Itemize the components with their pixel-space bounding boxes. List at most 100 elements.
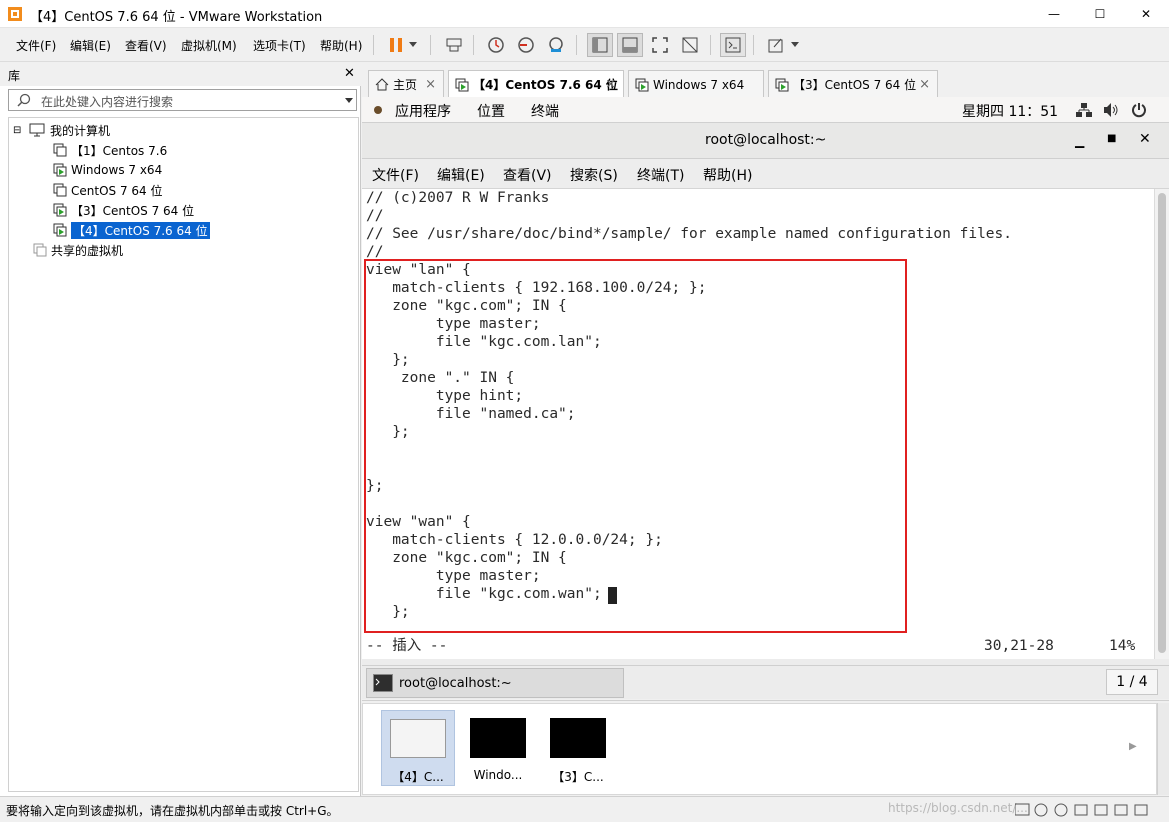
tree-vm-item[interactable]: 【1】Centos 7.6 bbox=[13, 140, 353, 160]
menu-file[interactable]: 文件(F) bbox=[16, 37, 56, 54]
terminal-title: root@localhost:~ bbox=[705, 132, 827, 148]
terminal-menu-search[interactable]: 搜索(S) bbox=[570, 165, 618, 185]
chevron-down-icon[interactable] bbox=[345, 98, 353, 103]
tab-home[interactable]: 主页 × bbox=[368, 70, 444, 98]
chevron-down-icon[interactable] bbox=[787, 33, 803, 57]
highlight-box bbox=[364, 259, 907, 633]
terminal-menu-terminal[interactable]: 终端(T) bbox=[637, 165, 684, 185]
close-button[interactable]: ✕ bbox=[1123, 0, 1169, 28]
collapse-toggle-icon[interactable]: ⊟ bbox=[13, 125, 25, 136]
library-search[interactable]: 在此处键入内容进行搜索 bbox=[8, 89, 357, 111]
revert-snapshot-icon[interactable] bbox=[513, 33, 539, 57]
device-icons[interactable] bbox=[1015, 802, 1155, 818]
vm-tabs-bar: 主页 × 【4】CentOS 7.6 64 位 × Windows 7 x64 【3… bbox=[362, 62, 1169, 98]
chevron-down-icon[interactable] bbox=[405, 33, 421, 57]
console-view-icon[interactable] bbox=[720, 33, 746, 57]
gnome-clock[interactable]: 星期四 11：51 bbox=[962, 101, 1058, 121]
show-library-icon[interactable] bbox=[587, 33, 613, 57]
close-library-button[interactable]: ✕ bbox=[344, 66, 355, 81]
library-title: 库 bbox=[8, 69, 21, 83]
tree-vm-item[interactable]: 【3】CentOS 7 64 位 bbox=[13, 200, 353, 220]
tree-shared-vms[interactable]: 共享的虚拟机 bbox=[13, 240, 353, 260]
close-tab-icon[interactable]: × bbox=[919, 77, 930, 92]
minimize-button[interactable]: — bbox=[1031, 0, 1077, 28]
close-tab-icon[interactable]: × bbox=[425, 77, 436, 92]
library-header: 库 ✕ bbox=[0, 62, 361, 86]
snapshot-manager-icon[interactable] bbox=[543, 33, 569, 57]
vm-icon bbox=[53, 183, 67, 197]
search-icon bbox=[17, 93, 31, 107]
vm-tree: ⊟ 我的计算机 【1】Centos 7.6 Windows 7 x64 Cent… bbox=[8, 117, 359, 792]
vm-icon bbox=[53, 143, 67, 157]
vm-running-icon bbox=[53, 203, 67, 217]
gnome-applications-menu[interactable]: 应用程序 bbox=[395, 101, 451, 121]
terminal-menu-view[interactable]: 查看(V) bbox=[503, 165, 552, 185]
window-title: 【4】CentOS 7.6 64 位 - VMware Workstation bbox=[30, 10, 323, 25]
thumbnail-bar-icon[interactable] bbox=[617, 33, 643, 57]
title-bar: 【4】CentOS 7.6 64 位 - VMware Workstation … bbox=[0, 0, 1169, 28]
gnome-foot-icon bbox=[372, 103, 384, 115]
gnome-top-bar: 应用程序 位置 终端 星期四 11：51 bbox=[362, 97, 1169, 123]
vim-cursor-position: 30,21-28 bbox=[984, 638, 1054, 654]
terminal-scrollbar[interactable] bbox=[1154, 189, 1169, 659]
taskbar-terminal-item[interactable]: root@localhost:~ bbox=[366, 668, 624, 698]
close-tab-icon[interactable]: × bbox=[605, 77, 616, 92]
snapshot-icon[interactable] bbox=[483, 33, 509, 57]
thumbnail-scrollbar[interactable] bbox=[1157, 703, 1169, 795]
workspace-indicator[interactable]: 1 / 4 bbox=[1106, 669, 1158, 695]
menu-tabs[interactable]: 选项卡(T) bbox=[253, 37, 306, 54]
fullscreen-icon[interactable] bbox=[647, 33, 673, 57]
gnome-terminal-menu[interactable]: 终端 bbox=[531, 101, 559, 121]
thumbnail-vm-3[interactable]: 【3】C... bbox=[541, 710, 615, 786]
tab-centos-76[interactable]: 【4】CentOS 7.6 64 位 × bbox=[448, 70, 624, 98]
vim-mode-status: -- 插入 -- bbox=[366, 638, 448, 654]
thumbnail-image bbox=[390, 719, 446, 758]
tree-my-computer[interactable]: ⊟ 我的计算机 bbox=[13, 120, 353, 140]
tree-vm-item[interactable]: Windows 7 x64 bbox=[13, 160, 353, 180]
network-icon[interactable] bbox=[1076, 102, 1092, 118]
vm-running-icon bbox=[53, 223, 67, 237]
terminal-close-button[interactable]: ✕ bbox=[1139, 131, 1151, 147]
volume-icon[interactable] bbox=[1103, 102, 1119, 118]
thumbnail-vm-4[interactable]: 【4】C... bbox=[381, 710, 455, 786]
thumbnail-image bbox=[550, 718, 606, 758]
search-input[interactable]: 在此处键入内容进行搜索 bbox=[41, 93, 173, 110]
terminal-titlebar: root@localhost:~ ▁ ■ ✕ bbox=[362, 123, 1169, 159]
vmware-app-icon bbox=[7, 6, 23, 22]
vm-running-icon bbox=[53, 163, 67, 177]
tree-vm-item[interactable]: CentOS 7 64 位 bbox=[13, 180, 353, 200]
menu-toolbar: 文件(F) 编辑(E) 查看(V) 虚拟机(M) 选项卡(T) 帮助(H) bbox=[0, 28, 1169, 62]
terminal-menu-help[interactable]: 帮助(H) bbox=[703, 165, 752, 185]
library-panel: 库 ✕ 在此处键入内容进行搜索 ⊟ 我的计算机 【1】Centos 7.6 Wi… bbox=[0, 62, 361, 796]
stretch-guest-icon[interactable] bbox=[763, 33, 789, 57]
thumbnail-windows7[interactable]: Windo... bbox=[461, 710, 535, 786]
maximize-button[interactable]: ☐ bbox=[1077, 0, 1123, 28]
terminal-line: // (c)2007 R W Franks bbox=[366, 190, 550, 206]
terminal-line: // See /usr/share/doc/bind*/sample/ for … bbox=[366, 226, 1013, 242]
terminal-text-area[interactable]: // (c)2007 R W Franks // // See /usr/share… bbox=[362, 189, 1154, 659]
tab-centos-3[interactable]: 【3】CentOS 7 64 位 × bbox=[768, 70, 938, 98]
terminal-minimize-button[interactable]: ▁ bbox=[1075, 134, 1084, 148]
computer-icon bbox=[29, 123, 45, 137]
menu-edit[interactable]: 编辑(E) bbox=[70, 37, 111, 54]
thumbnail-image bbox=[470, 718, 526, 758]
tree-vm-item-selected[interactable]: 【4】CentOS 7.6 64 位 bbox=[13, 220, 353, 240]
scroll-right-icon[interactable]: ▶ bbox=[1129, 741, 1137, 752]
terminal-menu-file[interactable]: 文件(F) bbox=[372, 165, 419, 185]
scrollbar-thumb[interactable] bbox=[1158, 193, 1166, 653]
gnome-places-menu[interactable]: 位置 bbox=[477, 101, 505, 121]
vm-running-icon bbox=[635, 78, 649, 92]
menu-help[interactable]: 帮助(H) bbox=[320, 37, 362, 54]
send-ctrl-alt-del-icon[interactable] bbox=[441, 33, 467, 57]
power-icon[interactable] bbox=[1131, 102, 1147, 118]
terminal-menu-edit[interactable]: 编辑(E) bbox=[437, 165, 485, 185]
unity-mode-icon[interactable] bbox=[677, 33, 703, 57]
vm-running-icon bbox=[455, 78, 469, 92]
tab-windows7[interactable]: Windows 7 x64 bbox=[628, 70, 764, 98]
menu-vm[interactable]: 虚拟机(M) bbox=[181, 37, 237, 54]
menu-view[interactable]: 查看(V) bbox=[125, 37, 167, 54]
terminal-maximize-button[interactable]: ■ bbox=[1107, 133, 1116, 144]
guest-display[interactable]: 应用程序 位置 终端 星期四 11：51 root@localhost:~ ▁ … bbox=[362, 97, 1169, 699]
status-bar: 要将输入定向到该虚拟机，请在虚拟机内部单击或按 Ctrl+G。 https://… bbox=[0, 796, 1169, 822]
vim-scroll-percent: 14% bbox=[1109, 638, 1136, 654]
